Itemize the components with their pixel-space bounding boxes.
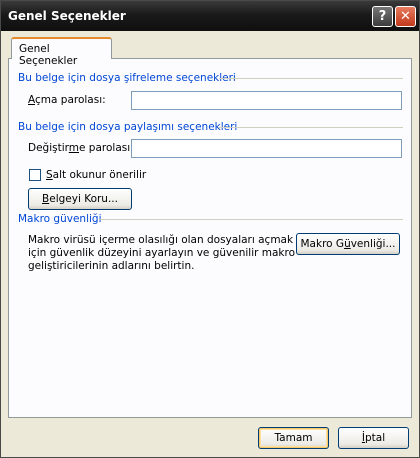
sharing-group-label: Bu belge için dosya paylaşımı seçenekler… <box>18 121 238 133</box>
modify-password-label: Değiştirme parolası: <box>28 142 134 154</box>
tab-general-options[interactable]: Genel Seçenekler <box>11 37 112 67</box>
window-title: Genel Seçenekler <box>8 9 126 23</box>
close-button[interactable]: ✕ <box>395 6 416 27</box>
tab-label: Genel Seçenekler <box>19 43 78 67</box>
read-only-label: Salt okunur önerilir <box>46 169 147 181</box>
protect-document-button[interactable]: Belgeyi Koru... <box>28 188 132 210</box>
modify-password-field[interactable] <box>131 139 402 158</box>
help-button[interactable]: ? <box>372 6 393 27</box>
macro-group-label: Makro güvenliği <box>18 213 102 225</box>
title-bar[interactable]: Genel Seçenekler ? ✕ <box>1 1 419 31</box>
open-password-label: Açma parolası: <box>28 94 106 106</box>
open-password-field[interactable] <box>131 91 402 110</box>
group-divider <box>219 127 403 128</box>
read-only-checkbox[interactable] <box>29 169 41 181</box>
tab-panel: Bu belge için dosya şifreleme seçenekler… <box>8 58 412 418</box>
macro-security-button[interactable]: Makro Güvenliği... <box>296 233 400 255</box>
encryption-group-label: Bu belge için dosya şifreleme seçenekler… <box>18 72 236 84</box>
help-icon: ? <box>378 9 387 24</box>
group-divider <box>219 78 403 79</box>
group-divider <box>99 219 403 220</box>
close-icon: ✕ <box>400 9 411 24</box>
macro-description: Makro virüsü içerme olasılığı olan dosya… <box>28 234 296 272</box>
cancel-button[interactable]: İptal <box>338 427 409 449</box>
dialog-window: Genel Seçenekler ? ✕ Genel Seçenekler Bu… <box>0 0 420 458</box>
ok-button[interactable]: Tamam <box>258 427 329 449</box>
